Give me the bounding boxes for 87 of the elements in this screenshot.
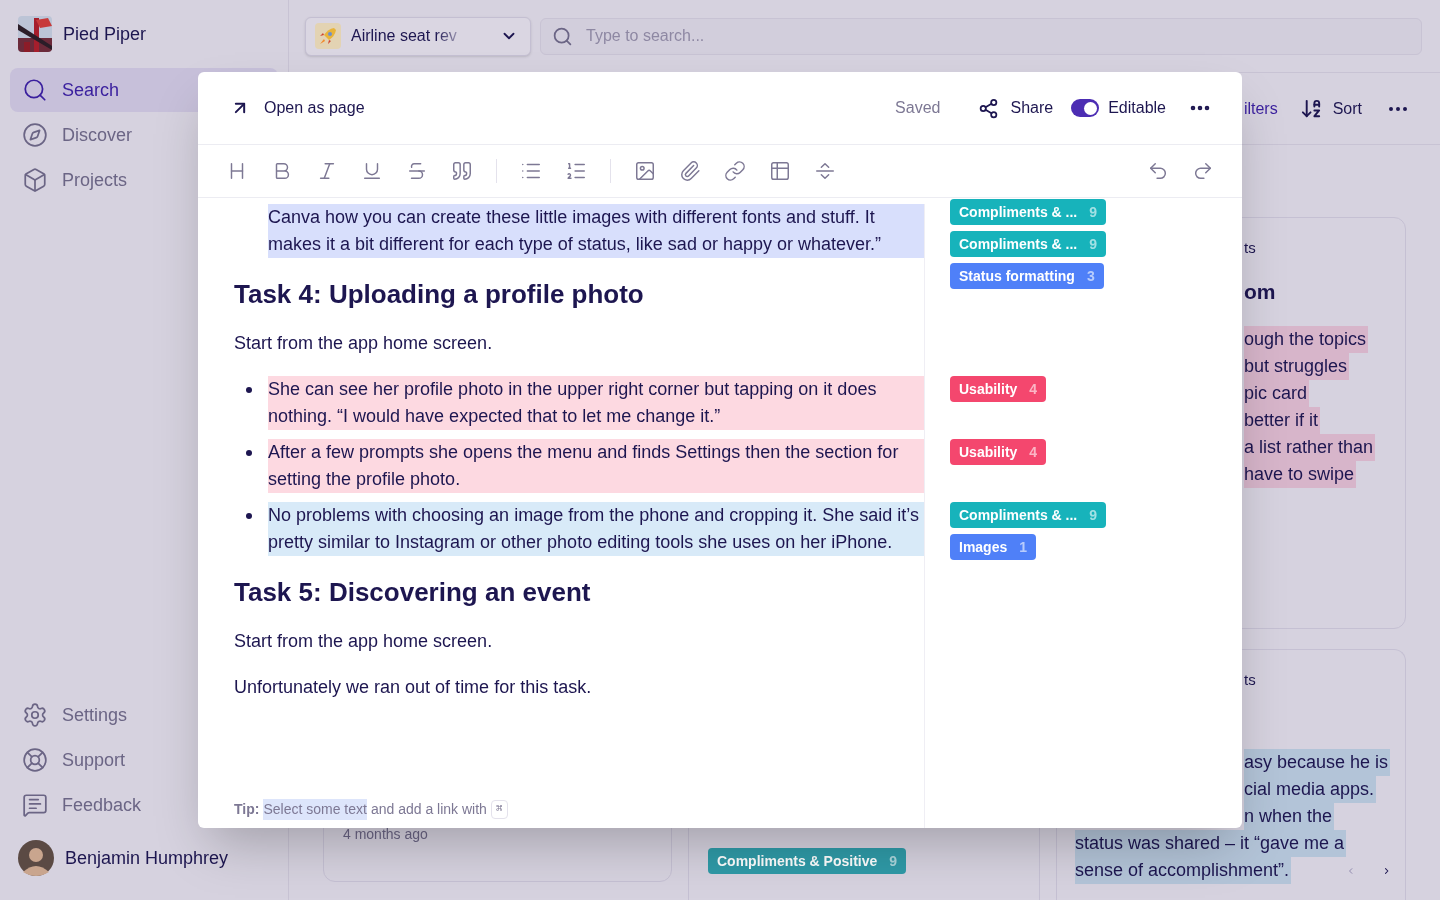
highlighted-text: have to swipe xyxy=(1244,461,1357,488)
section-heading: Task 5: Discovering an event xyxy=(233,576,592,609)
nav-item[interactable]: Projects xyxy=(10,158,278,202)
tip-text: and add a link with xyxy=(370,800,487,819)
redo-icon[interactable] xyxy=(1192,160,1214,182)
avatar xyxy=(18,840,54,876)
sort-button[interactable]: Sort xyxy=(1299,96,1362,121)
divider-icon[interactable] xyxy=(814,160,836,182)
highlighted-text: a list rather than xyxy=(1244,434,1376,461)
highlighted-text: After a few prompts she opens the menu and finds Settings then the section for setting the profile photo. xyxy=(268,439,924,493)
tag-label: Compliments & ... xyxy=(959,505,1078,525)
tag-count: 9 xyxy=(1089,234,1098,254)
highlighted-text: She can see her profile photo in the upper right corner but tapping on it does nothing. “I would have expected that to let me change it.” xyxy=(268,376,924,430)
highlighted-text: status was shared – it “gave me a xyxy=(1075,830,1347,857)
timestamp: 4 months ago xyxy=(343,825,429,844)
tag[interactable]: Compliments & ... 9 xyxy=(950,199,1107,225)
tag-label: Images xyxy=(959,537,1008,557)
tag-label: Compliments & ... xyxy=(959,234,1078,254)
quote-icon[interactable] xyxy=(451,160,473,182)
compass-icon xyxy=(22,122,48,148)
paperclip-icon[interactable] xyxy=(679,160,701,182)
paragraph: Unfortunately we ran out of time for this task. xyxy=(233,676,593,699)
tag-count: 9 xyxy=(1089,202,1098,222)
tag[interactable]: Usability 4 xyxy=(950,376,1047,402)
box-icon xyxy=(22,167,48,193)
undo-icon[interactable] xyxy=(1147,160,1169,182)
image-icon[interactable] xyxy=(634,160,656,182)
tag-label: Usability xyxy=(959,379,1018,399)
settings-icon xyxy=(22,702,48,728)
section-heading: Task 4: Uploading a profile photo xyxy=(233,278,645,311)
tag[interactable]: Images 1 xyxy=(950,534,1037,560)
highlighted-text: No problems with choosing an image from the phone and cropping it. She said it’s pretty similar to Instagram or other photo editing tools she uses on her iPhone. xyxy=(268,502,924,556)
save-status: Saved xyxy=(895,98,941,118)
project-name: Airline seat rev xyxy=(351,26,457,46)
paragraph: Start from the app home screen. xyxy=(233,332,494,355)
tag-label: Usability xyxy=(959,442,1018,462)
numbered-list-icon[interactable] xyxy=(565,160,587,182)
tag[interactable]: Compliments & ... 9 xyxy=(950,502,1107,528)
paragraph: Start from the app home screen. xyxy=(233,630,494,653)
card-text: ts xyxy=(1243,670,1257,690)
nav-item[interactable]: Support xyxy=(10,738,278,782)
highlighted-text: better if it xyxy=(1244,407,1321,434)
tag-count: 4 xyxy=(1029,442,1038,462)
tag[interactable]: Compliments & ... 9 xyxy=(950,231,1107,257)
highlighted-text: sense of accomplishment”. xyxy=(1075,857,1292,884)
tag-label: Compliments & ... xyxy=(959,202,1078,222)
strikethrough-icon[interactable] xyxy=(406,160,428,182)
highlighted-text: ough the topics xyxy=(1244,326,1369,353)
share-icon xyxy=(978,97,1000,119)
tag-count: 4 xyxy=(1029,379,1038,399)
underline-icon[interactable] xyxy=(361,160,383,182)
rocket-icon xyxy=(315,23,341,49)
user-name: Benjamin Humphrey xyxy=(65,846,229,870)
card-title: om xyxy=(1244,279,1277,305)
highlighted-text: asy because he is xyxy=(1244,749,1391,776)
toggle-label: Editable xyxy=(1108,98,1166,118)
tag-count: 3 xyxy=(1086,266,1095,286)
tip-label: Tip: xyxy=(234,800,260,819)
search-field[interactable]: Type to search... xyxy=(540,17,1422,55)
project-select[interactable]: Airline seat rev xyxy=(305,16,531,56)
lifebuoy-icon xyxy=(22,747,48,773)
share-button[interactable]: Share xyxy=(978,96,1054,120)
tip-highlight: Select some text xyxy=(263,799,367,820)
tag-count: 9 xyxy=(1089,505,1098,525)
link-icon[interactable] xyxy=(724,160,746,182)
filters-link[interactable]: ilters xyxy=(1243,96,1278,121)
tag-count: 1 xyxy=(1019,537,1028,557)
keyboard-key: ⌘ xyxy=(490,800,508,819)
tag-label: Status formatting xyxy=(959,266,1075,286)
highlighted-text: but struggles xyxy=(1244,353,1350,380)
search-icon xyxy=(22,77,48,103)
tag-label: Compliments & Positive xyxy=(717,851,878,871)
table-icon[interactable] xyxy=(769,160,791,182)
highlighted-text: pic card xyxy=(1244,380,1310,407)
card-text: ts xyxy=(1244,238,1257,258)
tag[interactable]: Status formatting 3 xyxy=(950,263,1104,289)
sort-icon xyxy=(1299,97,1323,120)
tag-count: 9 xyxy=(889,851,898,871)
search-icon xyxy=(552,25,573,47)
highlighted-text: Canva how you can create these little images with different fonts and stuff. It makes it a bit different for each type of status, like sad or happy or whatever.” xyxy=(268,204,924,258)
workspace-name: Pied Piper xyxy=(63,22,147,46)
highlighted-text: n when the xyxy=(1244,803,1335,830)
tag[interactable]: Compliments & Positive 9 xyxy=(708,848,907,874)
tag[interactable]: Usability 4 xyxy=(950,439,1047,465)
highlighted-text: cial media apps. xyxy=(1244,776,1377,803)
chat-icon xyxy=(22,792,48,818)
editable-toggle[interactable] xyxy=(1071,99,1100,117)
